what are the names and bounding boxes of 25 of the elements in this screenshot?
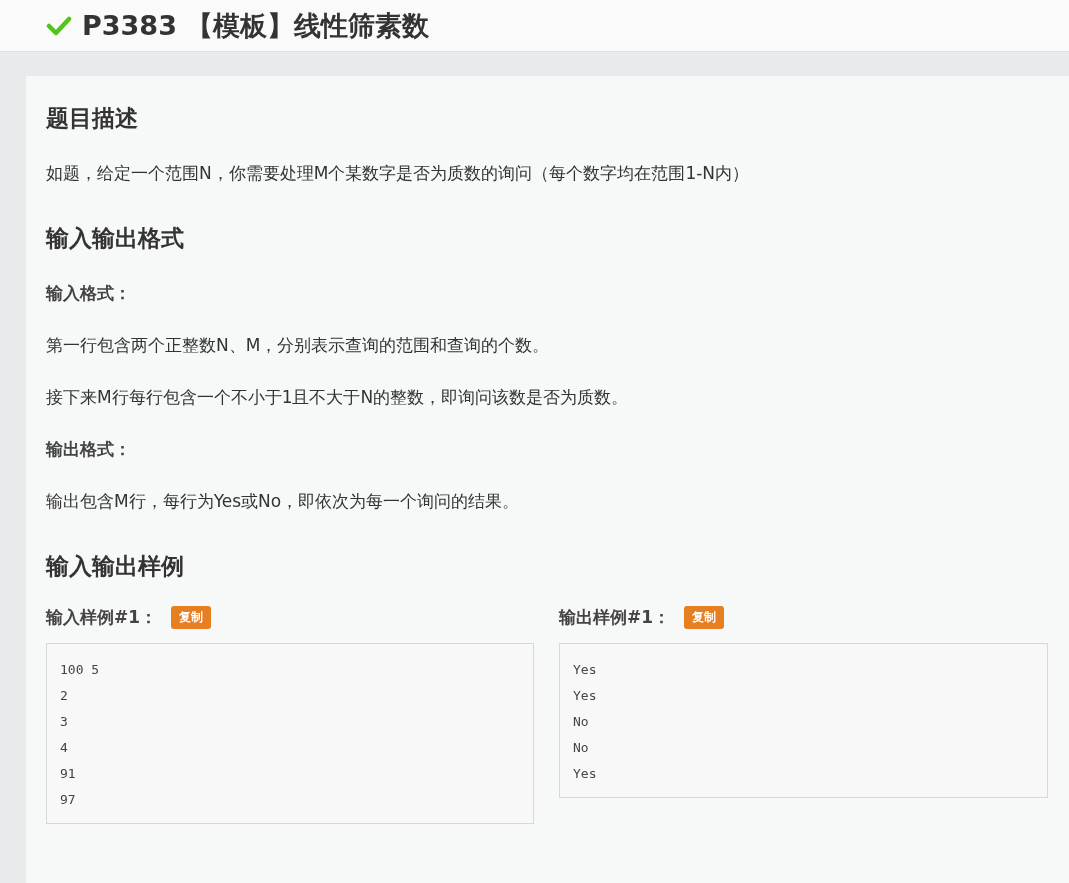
sample-label: 输入样例#1： [46,606,158,629]
code-line: Yes [573,765,598,783]
code-line: 100 5 [60,661,101,679]
copy-button[interactable]: 复制 [171,606,212,629]
code-line: 2 [60,687,69,705]
paragraph: 输出包含M行，每行为Yes或No，即依次为每一个询问的结果。 [46,490,521,513]
code-line: 4 [60,739,69,757]
problem-title: P3383 【模板】线性筛素数 [82,8,430,43]
code-line: 3 [60,713,69,731]
code-line: No [573,739,590,757]
sample-label: 输出样例#1： [559,606,671,629]
paragraph: 如题，给定一个范围N，你需要处理M个某数字是否为质数的询问（每个数字均在范围1-N内） [46,162,751,185]
subheading: 输出格式： [46,438,132,461]
copy-button[interactable]: 复制 [684,606,725,629]
code-line: 91 [60,765,77,783]
code-line: No [573,713,590,731]
code-line: Yes [573,661,598,679]
paragraph: 接下来M行每行包含一个不小于1且不大于N的整数，即询问该数是否为质数。 [46,386,630,409]
section-heading: 输入输出格式 [46,224,185,253]
subheading: 输入格式： [46,282,132,305]
code-line: Yes [573,687,598,705]
section-heading: 输入输出样例 [46,552,185,581]
code-line: 97 [60,791,77,809]
section-heading: 题目描述 [46,104,139,133]
paragraph: 第一行包含两个正整数N、M，分别表示查询的范围和查询的个数。 [46,334,551,357]
